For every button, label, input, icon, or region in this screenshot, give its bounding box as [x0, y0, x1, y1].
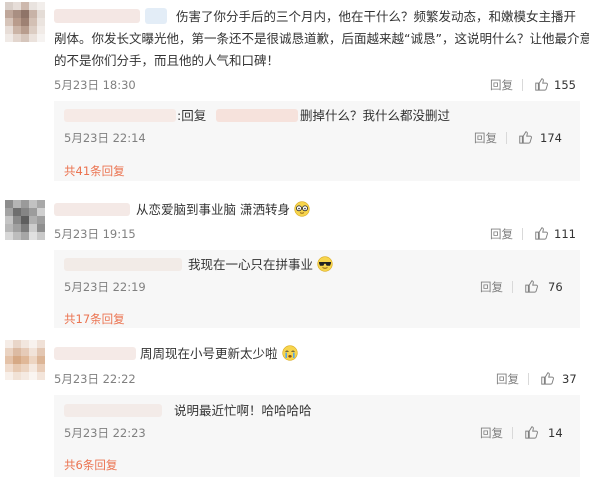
- like-icon[interactable]: [534, 226, 548, 240]
- reply-time: 5月23日 22:19: [64, 280, 146, 294]
- avatar[interactable]: [5, 200, 45, 240]
- comment-text-content: 周周现在小号更新太少啦: [140, 346, 278, 361]
- like-count: 174: [540, 131, 562, 145]
- comment-time: 5月23日 22:22: [54, 372, 136, 386]
- comment-text: 伤害了你分手后的三个月内，他在干什么？频繁发动态，和嫩模女主播开: [176, 9, 577, 24]
- avatar[interactable]: [5, 340, 45, 380]
- badge-blurred: [145, 8, 167, 24]
- reply-button[interactable]: 回复: [480, 280, 503, 294]
- like-count: 14: [548, 426, 563, 440]
- username-blurred[interactable]: [64, 258, 182, 271]
- comment-text: 的不是你们分手，而且他的人气和口碑！: [54, 53, 280, 68]
- divider: [512, 281, 513, 293]
- reply-button[interactable]: 回复: [490, 78, 513, 92]
- reply-text: 说明最近忙啊！哈哈哈哈: [174, 403, 312, 418]
- like-icon[interactable]: [524, 425, 538, 439]
- avatar[interactable]: [5, 2, 45, 42]
- like-count: 76: [548, 280, 563, 294]
- like-icon[interactable]: [518, 130, 532, 144]
- mention-blurred[interactable]: [216, 109, 298, 122]
- divider: [528, 373, 529, 385]
- like-count: 111: [554, 227, 576, 241]
- comment-time: 5月23日 19:15: [54, 227, 136, 241]
- view-more-replies-link[interactable]: 共17条回复: [64, 312, 125, 326]
- reply-button[interactable]: 回复: [480, 426, 503, 440]
- comment-time: 5月23日 18:30: [54, 78, 136, 92]
- comment-text: 从恋爱脑到事业脑 潇洒转身: [136, 201, 310, 218]
- like-icon[interactable]: [524, 279, 538, 293]
- like-count: 37: [562, 372, 577, 386]
- divider: [522, 79, 523, 91]
- reply-button[interactable]: 回复: [474, 131, 497, 145]
- view-more-replies-link[interactable]: 共6条回复: [64, 458, 117, 472]
- divider: [522, 228, 523, 240]
- reply-text: 我现在一心只在拼事业: [188, 256, 333, 273]
- divider: [506, 132, 507, 144]
- reply-time: 5月23日 22:23: [64, 426, 146, 440]
- like-icon[interactable]: [540, 371, 554, 385]
- username-blurred[interactable]: [64, 109, 176, 122]
- username-blurred[interactable]: [54, 9, 140, 23]
- crying-emoji-icon: [281, 345, 298, 361]
- username-blurred[interactable]: [64, 404, 162, 417]
- username-blurred[interactable]: [54, 203, 130, 216]
- reply-text-content: 我现在一心只在拼事业: [188, 257, 314, 272]
- view-more-replies-link[interactable]: 共41条回复: [64, 164, 125, 178]
- comment-text-content: 从恋爱脑到事业脑 潇洒转身: [136, 202, 290, 217]
- comment-text: 剐体。你发长文曝光他，第一条还不是很诚恳道歉，后面越来越“诚恳”，这说明什么？让…: [54, 31, 589, 46]
- reply-prefix: :回复: [177, 108, 207, 123]
- like-icon[interactable]: [534, 77, 548, 91]
- reply-button[interactable]: 回复: [496, 372, 519, 386]
- like-count: 155: [554, 78, 576, 92]
- comment-text: 周周现在小号更新太少啦: [140, 345, 298, 362]
- reply-time: 5月23日 22:14: [64, 131, 146, 145]
- sunglasses-emoji-icon: [317, 256, 333, 272]
- reply-button[interactable]: 回复: [490, 227, 513, 241]
- reply-text: 删掉什么？我什么都没删过: [300, 108, 451, 123]
- glasses-emoji-icon: [294, 201, 310, 217]
- divider: [512, 427, 513, 439]
- username-blurred[interactable]: [54, 347, 136, 360]
